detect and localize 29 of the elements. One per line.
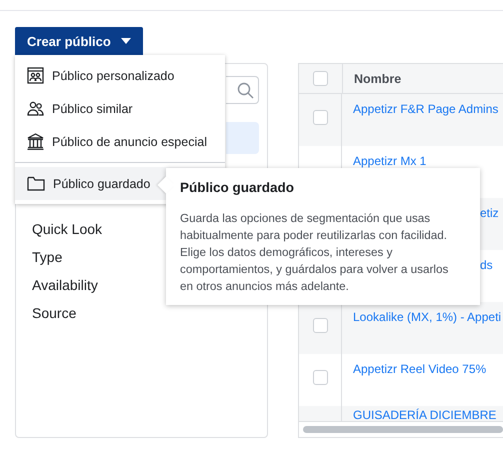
search-field[interactable] bbox=[226, 76, 259, 104]
row-checkbox[interactable] bbox=[312, 110, 328, 125]
select-all-checkbox[interactable] bbox=[313, 71, 328, 86]
filter-item[interactable]: Availability bbox=[32, 276, 98, 304]
filter-item[interactable]: Quick Look bbox=[32, 220, 102, 248]
folder-icon bbox=[27, 176, 45, 191]
column-header[interactable]: Nombre bbox=[343, 72, 402, 86]
menu-item[interactable]: Público personalizado bbox=[15, 59, 225, 92]
search-icon bbox=[237, 82, 254, 98]
row-checkbox[interactable] bbox=[312, 370, 328, 385]
bank-building-icon bbox=[27, 133, 44, 150]
menu-item[interactable]: Público de anuncio especial bbox=[15, 125, 225, 158]
horizontal-scrollbar[interactable] bbox=[299, 421, 503, 437]
filter-item[interactable]: Source bbox=[32, 304, 76, 332]
menu-item[interactable]: Público similar bbox=[15, 92, 225, 125]
create-audience-button[interactable]: Crear público bbox=[15, 27, 143, 55]
caret-icon bbox=[120, 38, 131, 44]
filter-item[interactable]: Type bbox=[32, 248, 62, 276]
people-icon bbox=[27, 101, 44, 116]
row-checkbox[interactable] bbox=[312, 318, 328, 333]
audience-name-link[interactable]: Lookalike (MX, 1%) - Appeti bbox=[353, 310, 502, 324]
audience-name-link[interactable]: etiz bbox=[480, 206, 499, 220]
audience-name-link[interactable]: Appetizr Reel Video 75% bbox=[353, 362, 486, 376]
audience-name-link[interactable]: Appetizr Mx 1 bbox=[353, 154, 426, 168]
audience-name-link[interactable]: Appetizr F&R Page Admins bbox=[353, 102, 498, 116]
people-card-icon bbox=[27, 67, 44, 84]
audience-name-link[interactable]: ds bbox=[480, 258, 493, 272]
selected-item-highlight bbox=[226, 122, 259, 154]
tooltip-description: Guarda las opciones de segmentación que usas habitualmente para poder reutilizarlas con facilidad. Elige los datos demográficos, intereses y comportamientos, y guárdalos para volver a usarlos en otros anuncios más adelante. bbox=[180, 211, 450, 295]
